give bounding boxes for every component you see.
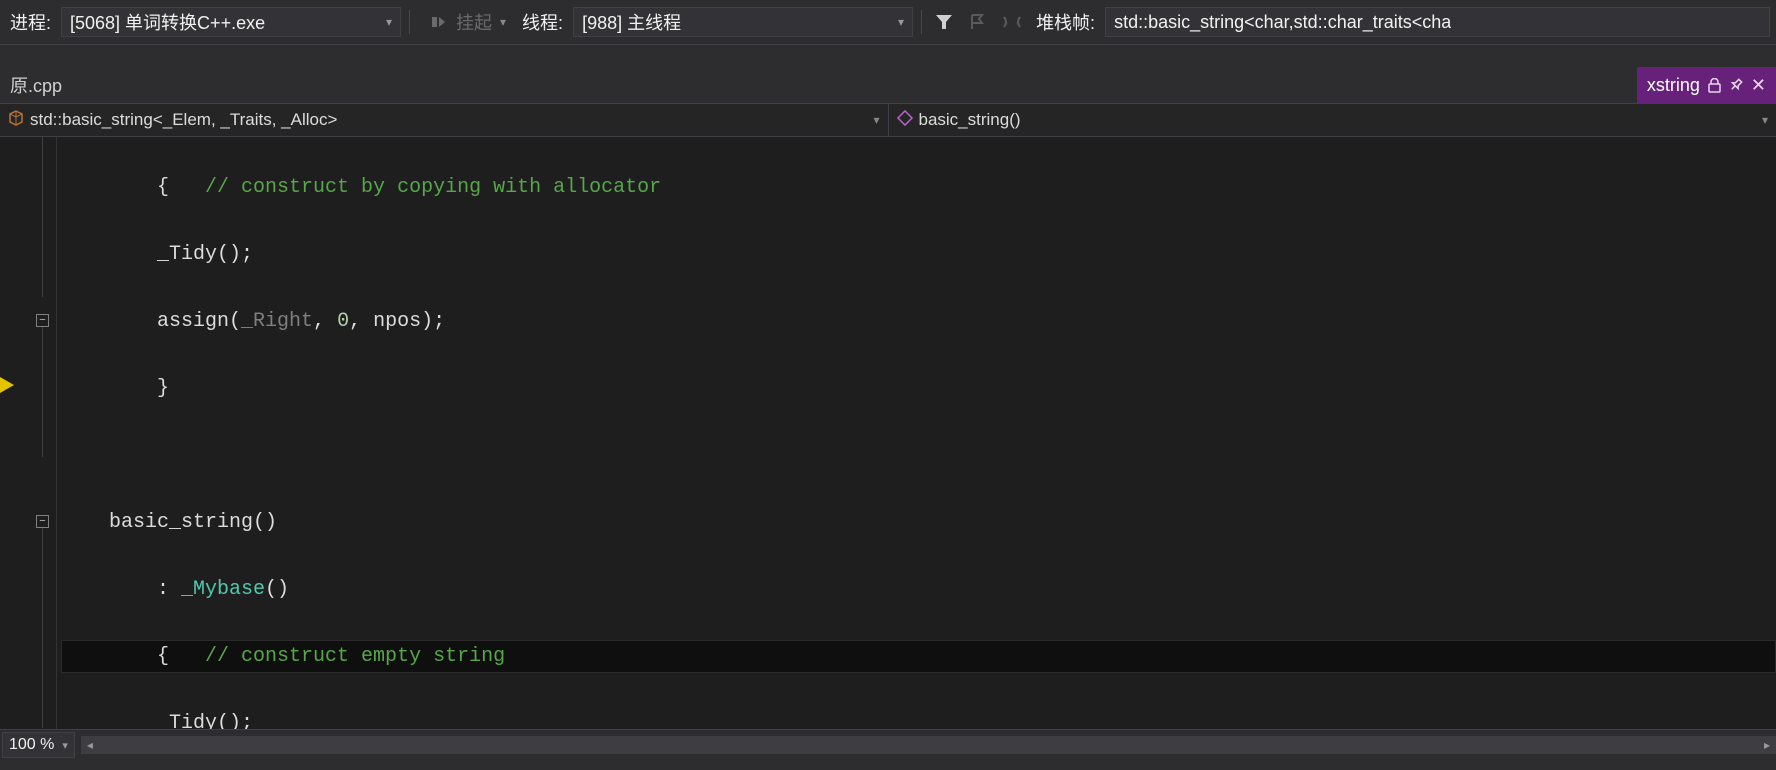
- process-combo[interactable]: [5068] 单词转换C++.exe ▾: [61, 7, 401, 37]
- code-text[interactable]: { // construct by copying with allocator…: [57, 137, 1776, 729]
- member-combo[interactable]: basic_string() ▾: [889, 104, 1776, 136]
- fold-toggle[interactable]: −: [36, 314, 49, 327]
- stackframe-label: 堆栈帧:: [1032, 9, 1099, 35]
- debug-toolbar: 进程: [5068] 单词转换C++.exe ▾ 挂起 ▾ 线程: [988] …: [0, 0, 1776, 45]
- lock-icon: [1708, 78, 1721, 93]
- zoom-combo[interactable]: 100 % ▾: [2, 732, 75, 758]
- stackframe-combo[interactable]: std::basic_string<char,std::char_traits<…: [1105, 7, 1770, 37]
- separator: [409, 10, 410, 34]
- code-editor[interactable]: − − { // construct by copying with alloc…: [0, 137, 1776, 729]
- scope-combo[interactable]: std::basic_string<_Elem, _Traits, _Alloc…: [0, 104, 889, 136]
- scroll-left-icon[interactable]: ◂: [81, 736, 99, 754]
- editor-gutter[interactable]: − −: [0, 137, 57, 729]
- suspend-button[interactable]: 挂起 ▾: [418, 7, 512, 37]
- tab-label: xstring: [1647, 75, 1700, 96]
- zoom-value: 100 %: [9, 736, 54, 754]
- horizontal-scrollbar[interactable]: ◂ ▸: [81, 736, 1776, 754]
- filter-icon[interactable]: [930, 8, 958, 36]
- scope-value: std::basic_string<_Elem, _Traits, _Alloc…: [30, 110, 337, 130]
- tab-label: 原.cpp: [10, 72, 62, 98]
- chevron-down-icon: ▾: [1762, 113, 1768, 127]
- current-line-arrow-icon: [0, 377, 14, 393]
- document-tab-row: 原.cpp xstring ✕: [0, 67, 1776, 103]
- code-nav-bar: std::basic_string<_Elem, _Traits, _Alloc…: [0, 103, 1776, 137]
- process-label: 进程:: [6, 9, 55, 35]
- toolbar-gap: [0, 45, 1776, 67]
- flag-icon[interactable]: [964, 8, 992, 36]
- thread-combo[interactable]: [988] 主线程 ▾: [573, 7, 913, 37]
- fold-guide: [42, 528, 43, 728]
- suspend-label: 挂起: [456, 9, 492, 35]
- fold-guide: [42, 137, 43, 297]
- separator: [921, 10, 922, 34]
- class-icon: [8, 110, 24, 131]
- fold-toggle[interactable]: −: [36, 515, 49, 528]
- member-value: basic_string(): [919, 110, 1021, 130]
- chevron-down-icon: ▾: [386, 15, 392, 29]
- thread-combo-value: [988] 主线程: [582, 9, 681, 35]
- thread-group-icon[interactable]: [998, 8, 1026, 36]
- chevron-down-icon: ▾: [873, 113, 879, 127]
- stackframe-combo-value: std::basic_string<char,std::char_traits<…: [1114, 12, 1451, 33]
- tab-xstring[interactable]: xstring ✕: [1637, 67, 1776, 103]
- method-icon: [897, 110, 913, 131]
- chevron-down-icon: ▾: [62, 739, 68, 752]
- thread-label: 线程:: [518, 9, 567, 35]
- fold-guide: [42, 327, 43, 457]
- close-icon[interactable]: ✕: [1751, 75, 1766, 96]
- chevron-down-icon: ▾: [500, 15, 506, 29]
- editor-status-bar: 100 % ▾ ◂ ▸: [0, 729, 1776, 760]
- suspend-icon: [424, 8, 452, 36]
- process-combo-value: [5068] 单词转换C++.exe: [70, 9, 265, 35]
- tab-source-cpp[interactable]: 原.cpp: [0, 67, 72, 103]
- scroll-right-icon[interactable]: ▸: [1758, 736, 1776, 754]
- chevron-down-icon: ▾: [898, 15, 904, 29]
- pin-icon[interactable]: [1729, 78, 1743, 92]
